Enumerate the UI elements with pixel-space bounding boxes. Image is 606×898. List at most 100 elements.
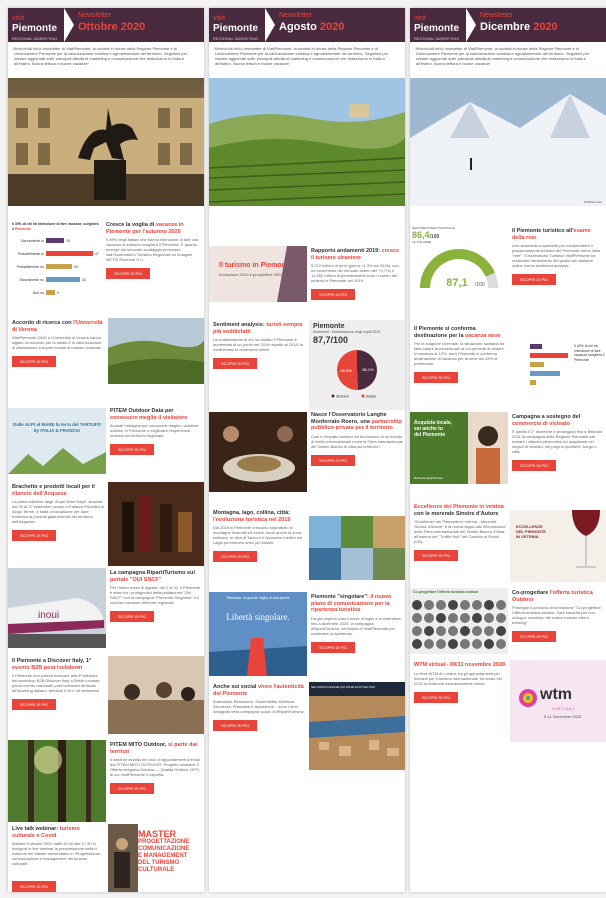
scopri-button[interactable]: SCOPRI DI PIÙ xyxy=(110,444,155,455)
ottobre-row-8: Live talk webinar: turismo culturale e C… xyxy=(8,824,204,892)
article-text: Ha già coperto tutto il mese di luglio e… xyxy=(311,615,401,636)
survey-chart: Il 39% di chi ha intenzione di fare vaca… xyxy=(12,222,100,309)
sentiment-gauge: SENTIMENT REPUTAZIONALE 86,4/100 LE TUE … xyxy=(412,226,506,310)
poster-line: COMUNICAZIONE xyxy=(138,846,190,852)
ad-tagline: Piemonte, la grande voglia di aria apert… xyxy=(226,596,290,600)
alpi-mare-banner: Dalle ALPI al MARE la terra del TARTUFO … xyxy=(8,408,106,474)
newsletter-agosto: visit Piemonte REGIONAL MARKETING AND PROM… xyxy=(209,8,405,892)
scopri-button[interactable]: SCOPRI DI PIÙ xyxy=(414,550,459,561)
article-pitem-outdoor-data: PITEM Outdoor Data per conoscere meglio … xyxy=(110,408,202,456)
scopri-button[interactable]: SCOPRI DI PIÙ xyxy=(110,783,155,794)
article-text: Dal 2019 in Piemonte crescono soprattutt… xyxy=(213,525,303,545)
banner-text: Co-progettare l'offerta turistica outdoo… xyxy=(413,590,479,594)
article-text: Prosegue il percorso di formazione "Co-p… xyxy=(512,605,602,625)
ottobre-row-1: Il 39% di chi ha intenzione di fare vaca… xyxy=(8,216,204,318)
article-title: Brachetto e prodotti locali per il rilan… xyxy=(12,484,95,497)
neve-chart-caption: Il 42% di chi ha intenzione di fare vaca… xyxy=(574,344,605,362)
scopri-button[interactable]: SCOPRI DI PIÙ xyxy=(213,720,258,731)
article-text: VisitPiemonte DMO e l'Università di Vero… xyxy=(12,335,102,350)
article-title: Anche sui social vince l'autenticità del… xyxy=(213,684,304,697)
scopri-button[interactable]: SCOPRI DI PIÙ xyxy=(12,881,57,892)
scopri-button[interactable]: SCOPRI DI PIÙ xyxy=(512,274,557,285)
article-title: Sentiment analysis: turisti sempre più s… xyxy=(213,322,303,335)
participant-avatar xyxy=(472,613,482,623)
scopri-button[interactable]: SCOPRI DI PIÙ xyxy=(12,699,57,710)
gauge-chart: 87,1/100 xyxy=(420,249,498,289)
participant-avatar xyxy=(496,613,506,623)
visit-piemonte-logo[interactable]: visit Piemonte REGIONAL MARKETING AND PROM… xyxy=(213,12,265,51)
ottobre-row-6: Il Piemonte a Discover Italy, 1ª evento … xyxy=(8,656,204,740)
sentiment-card: Piemonte Sentiment - Soddisfazione degli… xyxy=(309,320,405,410)
bar-value: 9 xyxy=(57,291,59,295)
neve-bar-chart xyxy=(530,344,568,385)
poster-text: MASTER PROGETTAZIONE COMUNICAZIONE E MAN… xyxy=(138,830,189,874)
bar-label: Non so xyxy=(33,291,44,295)
article-eccellenze: Eccellenze del Piemonte in vetrina con l… xyxy=(414,504,506,562)
scopri-button[interactable]: SCOPRI DI PIÙ xyxy=(106,268,151,279)
scopri-button[interactable]: SCOPRI DI PIÙ xyxy=(213,358,258,369)
poster-line: PROGETTAZIONE xyxy=(138,839,190,845)
agosto-row-4: Montagna, lago, collina, città: l'evoluz… xyxy=(209,506,405,592)
article-text: La prima edizione degli 'Acqui Wine Days… xyxy=(12,499,104,524)
article-title: WTM virtual - 09/11 novembre 2020 xyxy=(414,662,506,668)
scopri-button[interactable]: SCOPRI DI PIÙ xyxy=(311,454,356,466)
banner-text: Dalle ALPI al MARE la terra del TARTUFO … xyxy=(12,422,102,433)
coprogettare-banner: Co-progettare l'offerta turistica outdoo… xyxy=(410,588,508,654)
scopri-button[interactable]: SCOPRI DI PIÙ xyxy=(12,530,57,541)
collage: visit Piemonte REGIONAL MARKETING AND PROM… xyxy=(0,0,606,898)
scopri-button[interactable]: SCOPRI DI PIÙ xyxy=(311,289,356,300)
pie-label: 86.1% xyxy=(362,367,374,372)
scopri-button[interactable]: SCOPRI DI PIÙ xyxy=(512,631,557,642)
gauge-value: 87,1 xyxy=(446,277,467,289)
gauge-unit: /100 xyxy=(475,282,485,288)
newsletter-label: Newsletter xyxy=(279,12,313,19)
master-poster: MASTER PROGETTAZIONE COMUNICAZIONE E MAN… xyxy=(108,824,204,892)
liberta-singolare-ad: Piemonte, la grande voglia di aria apert… xyxy=(209,592,307,676)
article-rapporto-2019: Rapporto andamenti 2019: cresce il turis… xyxy=(311,248,403,301)
workshop-image xyxy=(108,656,204,734)
bar-label: Probabilmente sì xyxy=(18,252,44,256)
ottobre-row-7: PITEM MITO Outdoor, si parte dai territo… xyxy=(8,740,204,824)
card-title: Piemonte xyxy=(313,323,345,330)
hero-caption: VisitPiemonte xyxy=(583,200,602,204)
ad-headline: Libertà singolare. xyxy=(226,612,290,622)
bar-value: 18 xyxy=(66,239,70,243)
article-oui-sncf: La campagna RipartiTurismo sul portale "… xyxy=(110,570,202,623)
scopri-button[interactable]: SCOPRI DI PIÙ xyxy=(512,460,557,471)
visit-piemonte-logo[interactable]: visit Piemonte REGIONAL MARKETING AND PROM… xyxy=(414,12,466,51)
scopri-button[interactable]: SCOPRI DI PIÙ xyxy=(213,551,258,562)
bar-label: Sicuramente no xyxy=(19,278,44,282)
bar xyxy=(46,251,93,256)
scopri-button[interactable]: SCOPRI DI PIÙ xyxy=(110,611,155,622)
participant-avatar xyxy=(460,626,470,636)
visit-piemonte-logo[interactable]: visit Piemonte REGIONAL MARKETING AND PROM… xyxy=(12,12,64,51)
tgv-train-image: inoui xyxy=(8,568,106,648)
article-text: È partita il 1° dicembre e proseguirà fi… xyxy=(512,429,603,454)
forest-image xyxy=(8,740,106,822)
bar-value: 47 xyxy=(95,252,99,256)
participant-avatar xyxy=(460,639,470,649)
dicembre-row-6: WTM virtual - 09/11 novembre 2020 La fie… xyxy=(410,658,606,748)
participant-avatar xyxy=(448,613,458,623)
participant-avatar xyxy=(436,626,446,636)
participant-avatar xyxy=(460,600,470,610)
article-title: Cresce la voglia di vacanze in Piemonte … xyxy=(106,222,184,235)
bar xyxy=(46,264,72,269)
article-coprogettare: Co-progettare l'offerta turistica Outdoo… xyxy=(512,590,604,643)
scopri-button[interactable]: SCOPRI DI PIÙ xyxy=(414,691,459,703)
scopri-button[interactable]: SCOPRI DI PIÙ xyxy=(311,641,356,653)
article-universita-verona: Accordo di ricerca con l'Università di V… xyxy=(12,320,104,368)
bar xyxy=(46,238,64,243)
article-osservatorio-langhe: Nasce l'Osservatorio Langhe Monferrato R… xyxy=(311,412,403,467)
scopri-button[interactable]: SCOPRI DI PIÙ xyxy=(414,372,459,383)
article-brachetto: Brachetto e prodotti locali per il rilan… xyxy=(12,484,104,542)
article-title: Nasce l'Osservatorio Langhe Monferrato R… xyxy=(311,412,402,431)
article-title: Rapporto andamenti 2019: cresce il turis… xyxy=(311,248,400,261)
scopri-button[interactable]: SCOPRI DI PIÙ xyxy=(12,356,57,367)
participant-avatar xyxy=(472,639,482,649)
participant-avatar xyxy=(484,613,494,623)
svg-text:inoui: inoui xyxy=(38,610,59,621)
article-text: Il 39% degli italiani che hanno intenzio… xyxy=(106,237,199,262)
article-evoluzione-2019: Montagna, lago, collina, città: l'evoluz… xyxy=(213,510,305,563)
landscapes-collage xyxy=(309,516,405,580)
